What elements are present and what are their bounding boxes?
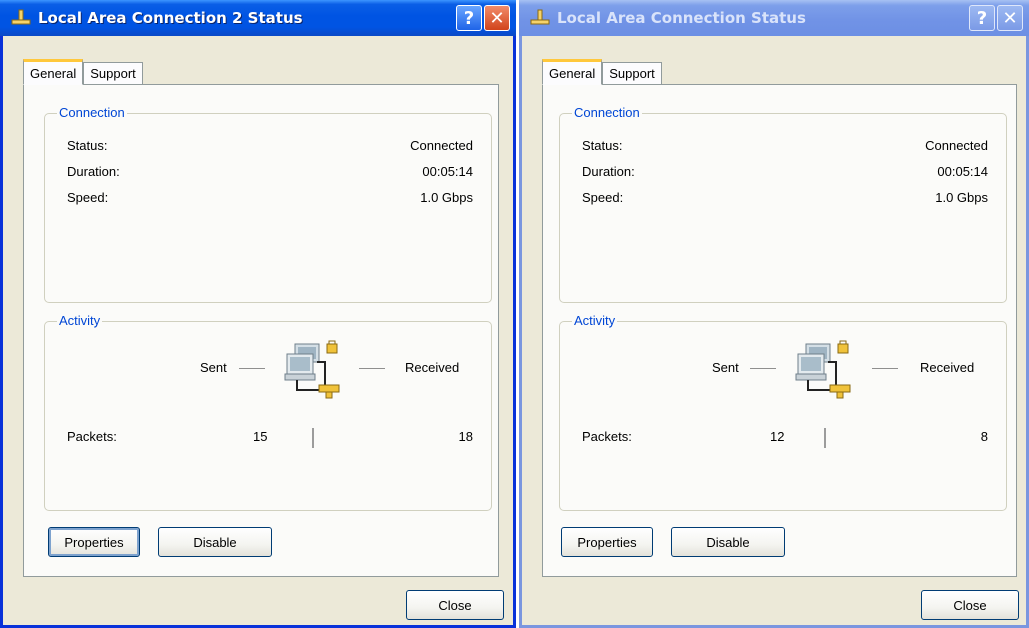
help-button[interactable]: ? (456, 5, 482, 31)
tab-strip: General Support (542, 58, 662, 85)
connection-legend: Connection (572, 105, 642, 120)
received-label: Received (920, 360, 975, 375)
tab-support[interactable]: Support (602, 62, 662, 84)
status-label: Status: (67, 138, 108, 153)
network-connection-icon (11, 9, 31, 25)
titlebar[interactable]: Local Area Connection 2 Status ? ✕ (0, 0, 516, 36)
packets-label: Packets: (582, 429, 632, 444)
received-label: Received (405, 360, 460, 375)
sent-label: Sent (712, 360, 739, 375)
titlebar[interactable]: Local Area Connection Status ? ✕ (519, 0, 1029, 36)
packets-received-value: 8 (980, 429, 988, 444)
connection-group: Connection Status: Connected Duration: 0… (44, 105, 492, 303)
activity-legend: Activity (57, 313, 103, 328)
close-button[interactable]: Close (406, 590, 504, 620)
status-value: Connected (925, 138, 988, 153)
network-computers-icon (795, 340, 851, 399)
duration-value: 00:05:14 (937, 164, 988, 179)
duration-value: 00:05:14 (422, 164, 473, 179)
activity-legend: Activity (572, 313, 618, 328)
dialog-window-lan2: Local Area Connection 2 Status ? ✕ Gener… (0, 0, 516, 628)
speed-label: Speed: (582, 190, 624, 205)
properties-button[interactable]: Properties (561, 527, 653, 557)
tab-strip: General Support (23, 58, 143, 85)
speed-value: 1.0 Gbps (420, 190, 473, 205)
connection-group: Connection Status: Connected Duration: 0… (559, 105, 1007, 303)
connection-legend: Connection (57, 105, 127, 120)
tab-general[interactable]: General (23, 59, 84, 85)
tab-panel-general: Connection Status: Connected Duration: 0… (23, 84, 499, 577)
received-line (359, 368, 385, 369)
packets-sent-value: 12 (770, 429, 785, 444)
disable-button[interactable]: Disable (158, 527, 272, 557)
packets-sent-value: 15 (253, 429, 268, 444)
activity-group: Activity Sent Received Packets: 15 18 (44, 313, 492, 511)
close-window-button[interactable]: ✕ (997, 5, 1023, 31)
packets-divider (312, 428, 314, 448)
network-connection-icon (530, 9, 550, 25)
properties-button[interactable]: Properties (48, 527, 140, 557)
packets-divider (824, 428, 826, 448)
speed-label: Speed: (67, 190, 109, 205)
duration-label: Duration: (67, 164, 120, 179)
help-button[interactable]: ? (969, 5, 995, 31)
activity-group: Activity Sent Received Packets: 12 8 (559, 313, 1007, 511)
packets-label: Packets: (67, 429, 117, 444)
window-title: Local Area Connection Status (557, 9, 806, 27)
received-line (872, 368, 898, 369)
disable-button[interactable]: Disable (671, 527, 785, 557)
tab-panel-general: Connection Status: Connected Duration: 0… (542, 84, 1017, 577)
tab-support[interactable]: Support (83, 62, 143, 84)
packets-received-value: 18 (458, 429, 473, 444)
status-label: Status: (582, 138, 623, 153)
sent-label: Sent (200, 360, 227, 375)
duration-label: Duration: (582, 164, 635, 179)
dialog-window-lan: Local Area Connection Status ? ✕ General… (519, 0, 1029, 628)
status-value: Connected (410, 138, 473, 153)
close-button[interactable]: Close (921, 590, 1019, 620)
window-title: Local Area Connection 2 Status (38, 9, 303, 27)
tab-general[interactable]: General (542, 59, 603, 85)
speed-value: 1.0 Gbps (935, 190, 988, 205)
close-window-button[interactable]: ✕ (484, 5, 510, 31)
sent-line (750, 368, 776, 369)
sent-line (239, 368, 265, 369)
network-computers-icon (284, 340, 340, 399)
